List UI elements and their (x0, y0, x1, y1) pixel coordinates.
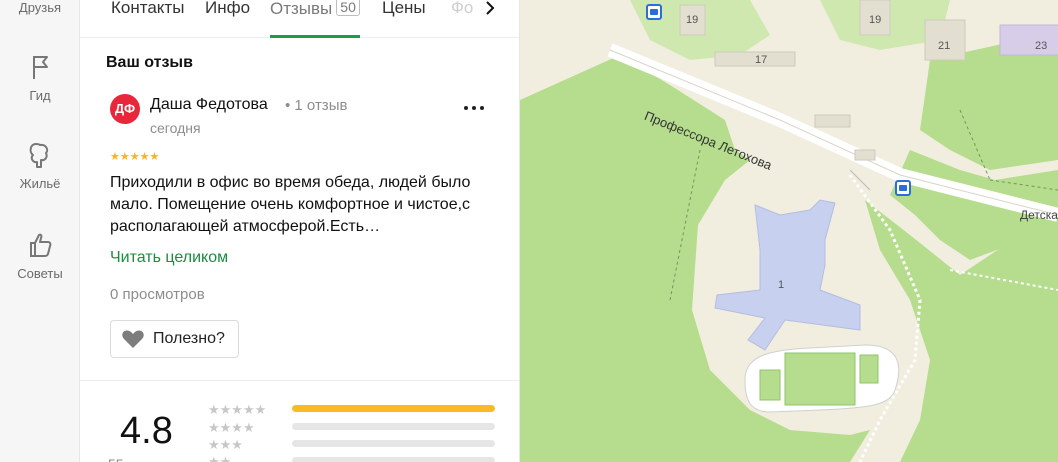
dist-stars: ★★ (208, 454, 232, 462)
app-root: Друзья Гид Жильё Советы Контакты Инфо От… (0, 0, 1058, 462)
nav-rail: Друзья Гид Жильё Советы (0, 0, 80, 462)
reviews-count-badge: 50 (336, 0, 360, 16)
dist-bar (292, 405, 495, 412)
review-stars: ★★★★★ (110, 151, 160, 163)
tab-info[interactable]: Инфо (205, 0, 250, 36)
tab-contacts[interactable]: Контакты (111, 0, 184, 36)
dist-bar-fill (292, 405, 495, 412)
building-number: 23 (1035, 40, 1048, 52)
dist-stars: ★★★ (208, 437, 243, 452)
more-dots-icon (464, 106, 484, 110)
rail-item-guide[interactable]: Гид (0, 52, 80, 103)
tab-bar: Контакты Инфо Отзывы 50 Цены Фо (80, 0, 519, 38)
rail-item-label: Советы (17, 266, 63, 281)
rail-item-tips[interactable]: Советы (0, 230, 80, 281)
read-more-link[interactable]: Читать целиком (110, 249, 228, 267)
poi-text: Детская пло (1020, 208, 1058, 222)
rail-item-label: Жильё (19, 176, 61, 191)
useful-button[interactable]: Полезно? (110, 320, 239, 358)
tree-icon (29, 143, 49, 168)
more-options-button[interactable] (460, 98, 488, 118)
tab-label: Цены (382, 0, 426, 17)
thumbs-up-icon (30, 233, 52, 257)
avatar[interactable]: ДФ (110, 94, 140, 124)
dist-bar (292, 457, 495, 462)
tab-reviews[interactable]: Отзывы 50 (270, 0, 360, 38)
building-number: 1 (778, 279, 785, 291)
tab-label: Отзывы (270, 0, 333, 18)
useful-label: Полезно? (153, 330, 225, 347)
tab-label: Инфо (205, 0, 251, 17)
views-count: 0 просмотров (110, 286, 205, 303)
review-author[interactable]: Даша Федотова (150, 96, 268, 114)
rating-count: 55 (108, 456, 124, 462)
org-panel: Контакты Инфо Отзывы 50 Цены Фо Ваш отзыв… (80, 0, 520, 462)
building-number: 17 (755, 54, 768, 66)
rail-item-label: Гид (29, 88, 51, 103)
map-view[interactable]: 19 19 17 21 23 1 Профессора Летохова Дет… (520, 0, 1058, 462)
dist-bar (292, 423, 495, 430)
tab-label: Контакты (111, 0, 185, 17)
rail-item-friends[interactable]: Друзья (0, 0, 80, 15)
review-text: Приходили в офис во время обеда, людей б… (110, 174, 471, 235)
author-review-count: • 1 отзыв (285, 97, 348, 114)
bus-stop-icon[interactable] (646, 4, 662, 20)
your-review-title: Ваш отзыв (106, 54, 193, 71)
bus-stop-icon[interactable] (895, 180, 911, 196)
tabs-next-button[interactable] (478, 0, 502, 24)
tab-prices[interactable]: Цены (382, 0, 426, 36)
review-date: сегодня (150, 120, 201, 136)
average-rating: 4.8 (120, 410, 173, 452)
dist-bar (292, 440, 495, 447)
building-number: 21 (938, 40, 951, 52)
section-divider (80, 380, 519, 381)
dist-stars: ★★★★ (208, 420, 255, 435)
dist-stars: ★★★★★ (208, 402, 267, 417)
map-canvas (520, 0, 1058, 462)
heart-icon (122, 330, 144, 348)
tab-photos[interactable]: Фо (451, 0, 473, 36)
chevron-right-icon (486, 1, 495, 15)
tab-label: Фо (451, 0, 474, 17)
building-number: 19 (869, 14, 882, 26)
flag-icon (33, 56, 48, 79)
rail-item-housing[interactable]: Жильё (0, 140, 80, 191)
rail-item-label: Друзья (18, 0, 62, 15)
building-number: 19 (686, 14, 699, 26)
